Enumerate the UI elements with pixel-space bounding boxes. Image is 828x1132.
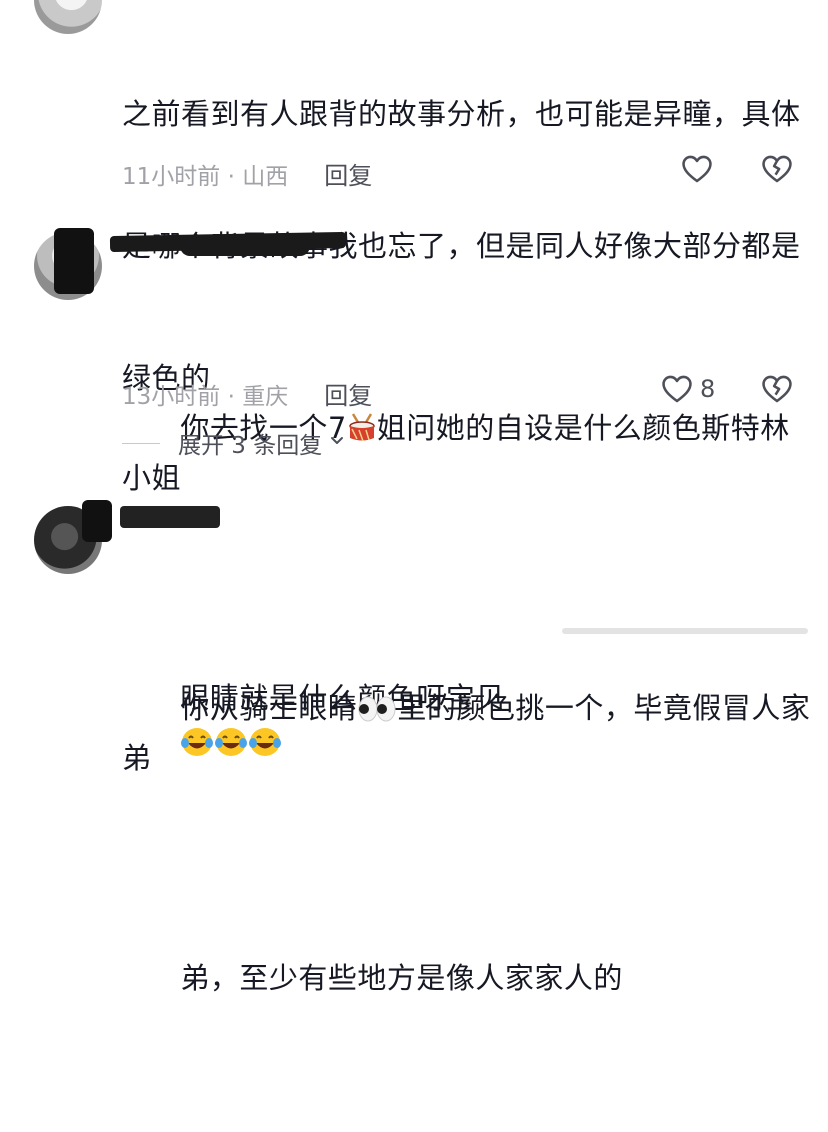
like-count: 8 (700, 375, 716, 403)
broken-heart-icon (762, 375, 792, 403)
dislike-button[interactable] (760, 372, 794, 406)
comment-meta: 11小时前 · 山西 回复 (122, 156, 372, 191)
reply-button[interactable]: 回复 (324, 156, 372, 191)
dislike-button[interactable] (760, 152, 794, 186)
drum-emoji-icon (347, 412, 377, 456)
avatar[interactable] (34, 0, 102, 34)
redaction-mark (82, 500, 112, 542)
redaction-mark (180, 236, 310, 256)
comment-text-line: 之前看到有人跟背的故事分析，也可能是异瞳，具体 (122, 97, 801, 131)
text-segment: 弟，至少有些地方是像人家家人的 (180, 961, 623, 995)
broken-heart-icon (762, 155, 792, 183)
redaction-mark (562, 628, 808, 634)
comment-text-line: 弟，至少有些地方是像人家家人的 (122, 912, 812, 1044)
comment-time-location: 11小时前 · 山西 (122, 163, 289, 190)
comment-meta: 13小时前 · 重庆 回复 (122, 376, 372, 411)
expand-replies-button[interactable]: 展开 3 条回复 (122, 426, 346, 460)
heart-outline-icon (662, 375, 692, 403)
chevron-down-icon (328, 430, 346, 456)
heart-outline-icon (682, 155, 712, 183)
comment-text-line: 你从骑士眼睛 里的颜色挑一个，毕竟假冒人家弟 (122, 642, 812, 824)
like-button[interactable]: 8 (660, 372, 715, 406)
eyes-emoji-icon (357, 692, 397, 736)
redaction-mark (120, 506, 220, 528)
text-segment: 你从骑士眼睛 (180, 691, 358, 725)
comment-text: 你从骑士眼睛 里的颜色挑一个，毕竟假冒人家弟 弟，至少有些地方是像人家家人的 (122, 554, 812, 1132)
expand-replies-label: 展开 3 条回复 (178, 433, 323, 459)
divider (122, 442, 160, 444)
comment-time-location: 13小时前 · 重庆 (122, 383, 289, 410)
reply-button[interactable]: 回复 (324, 376, 372, 411)
like-button[interactable] (680, 152, 714, 186)
redaction-mark (54, 228, 94, 294)
